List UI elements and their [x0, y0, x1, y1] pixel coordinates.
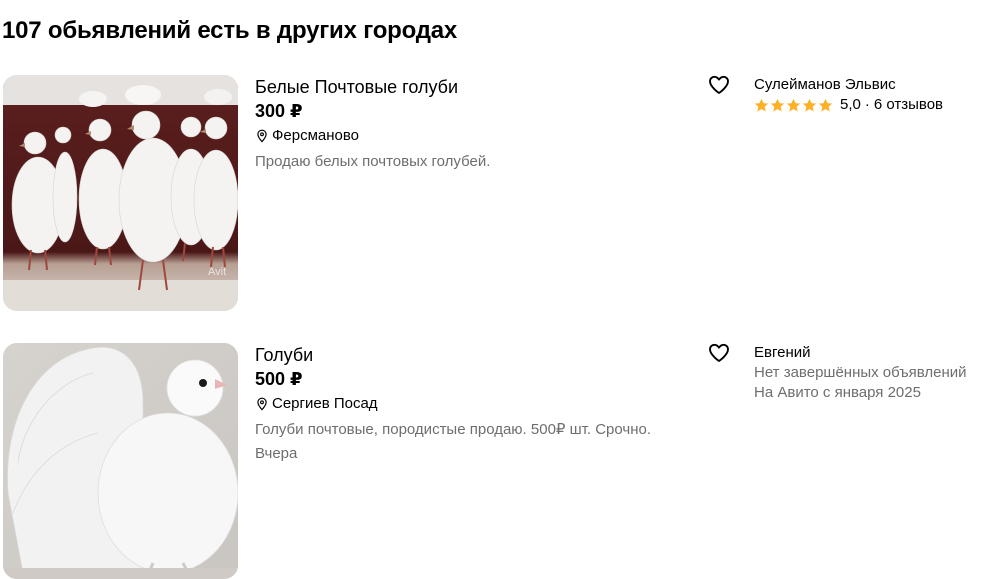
white-fantail-pigeon-photo [3, 343, 238, 579]
listing-card[interactable]: Голуби 500 ₽ Сергиев Посад Голуби почтов… [0, 343, 998, 579]
listing-location: Ферсманово [255, 126, 695, 146]
star-icon [754, 98, 769, 111]
listing-title[interactable]: Голуби [255, 343, 695, 367]
seller-info: Сулейманов Эльвис 5,0 · 6 отзывов [754, 75, 994, 115]
listing-info: Голуби 500 ₽ Сергиев Посад Голуби почтов… [255, 343, 695, 464]
white-pigeons-photo: Avit [3, 75, 238, 311]
section-title: 107 обьявлений есть в других городах [2, 17, 458, 44]
seller-rating: 5,0 · 6 отзывов [754, 95, 994, 115]
listing-date: Вчера [255, 445, 298, 462]
seller-since: На Авито с января 2025 [754, 384, 921, 401]
separator-dot: · [864, 96, 870, 113]
seller-completed-ads: Нет завершённых объявлений [754, 364, 967, 381]
watermark-logo: Avit [208, 266, 226, 278]
reviews-count[interactable]: 6 отзывов [874, 95, 943, 115]
map-pin-icon [257, 397, 267, 411]
listing-photo[interactable] [3, 343, 238, 579]
seller-name[interactable]: Сулейманов Эльвис [754, 75, 994, 95]
star-icon [770, 98, 785, 111]
listing-photo[interactable]: Avit [3, 75, 238, 311]
location-label: Сергиев Посад [272, 395, 378, 412]
listing-description: Голуби почтовые, породистые продаю. 500₽… [255, 421, 651, 438]
listing-description: Продаю белых почтовых голубей. [255, 153, 491, 170]
listing-price: 500 ₽ [255, 369, 303, 389]
rating-stars [754, 98, 834, 113]
map-pin-icon [257, 129, 267, 143]
star-icon [818, 98, 833, 111]
listing-title[interactable]: Белые Почтовые голуби [255, 75, 695, 99]
heart-outline-icon[interactable] [708, 75, 730, 95]
heart-outline-icon[interactable] [708, 343, 730, 363]
star-icon [786, 98, 801, 111]
search-results-page: 107 обьявлений есть в других городах Avi… [0, 0, 998, 579]
listing-location: Сергиев Посад [255, 394, 695, 414]
rating-value: 5,0 [840, 96, 861, 113]
seller-name[interactable]: Евгений [754, 343, 994, 363]
listing-card[interactable]: Avit Белые Почтовые голуби 300 ₽ Ферсман… [0, 75, 998, 311]
seller-info: Евгений Нет завершённых объявлений На Ав… [754, 343, 994, 403]
listing-info: Белые Почтовые голуби 300 ₽ Ферсманово П… [255, 75, 695, 172]
star-icon [802, 98, 817, 111]
listing-price: 300 ₽ [255, 101, 303, 121]
location-label: Ферсманово [272, 127, 360, 144]
